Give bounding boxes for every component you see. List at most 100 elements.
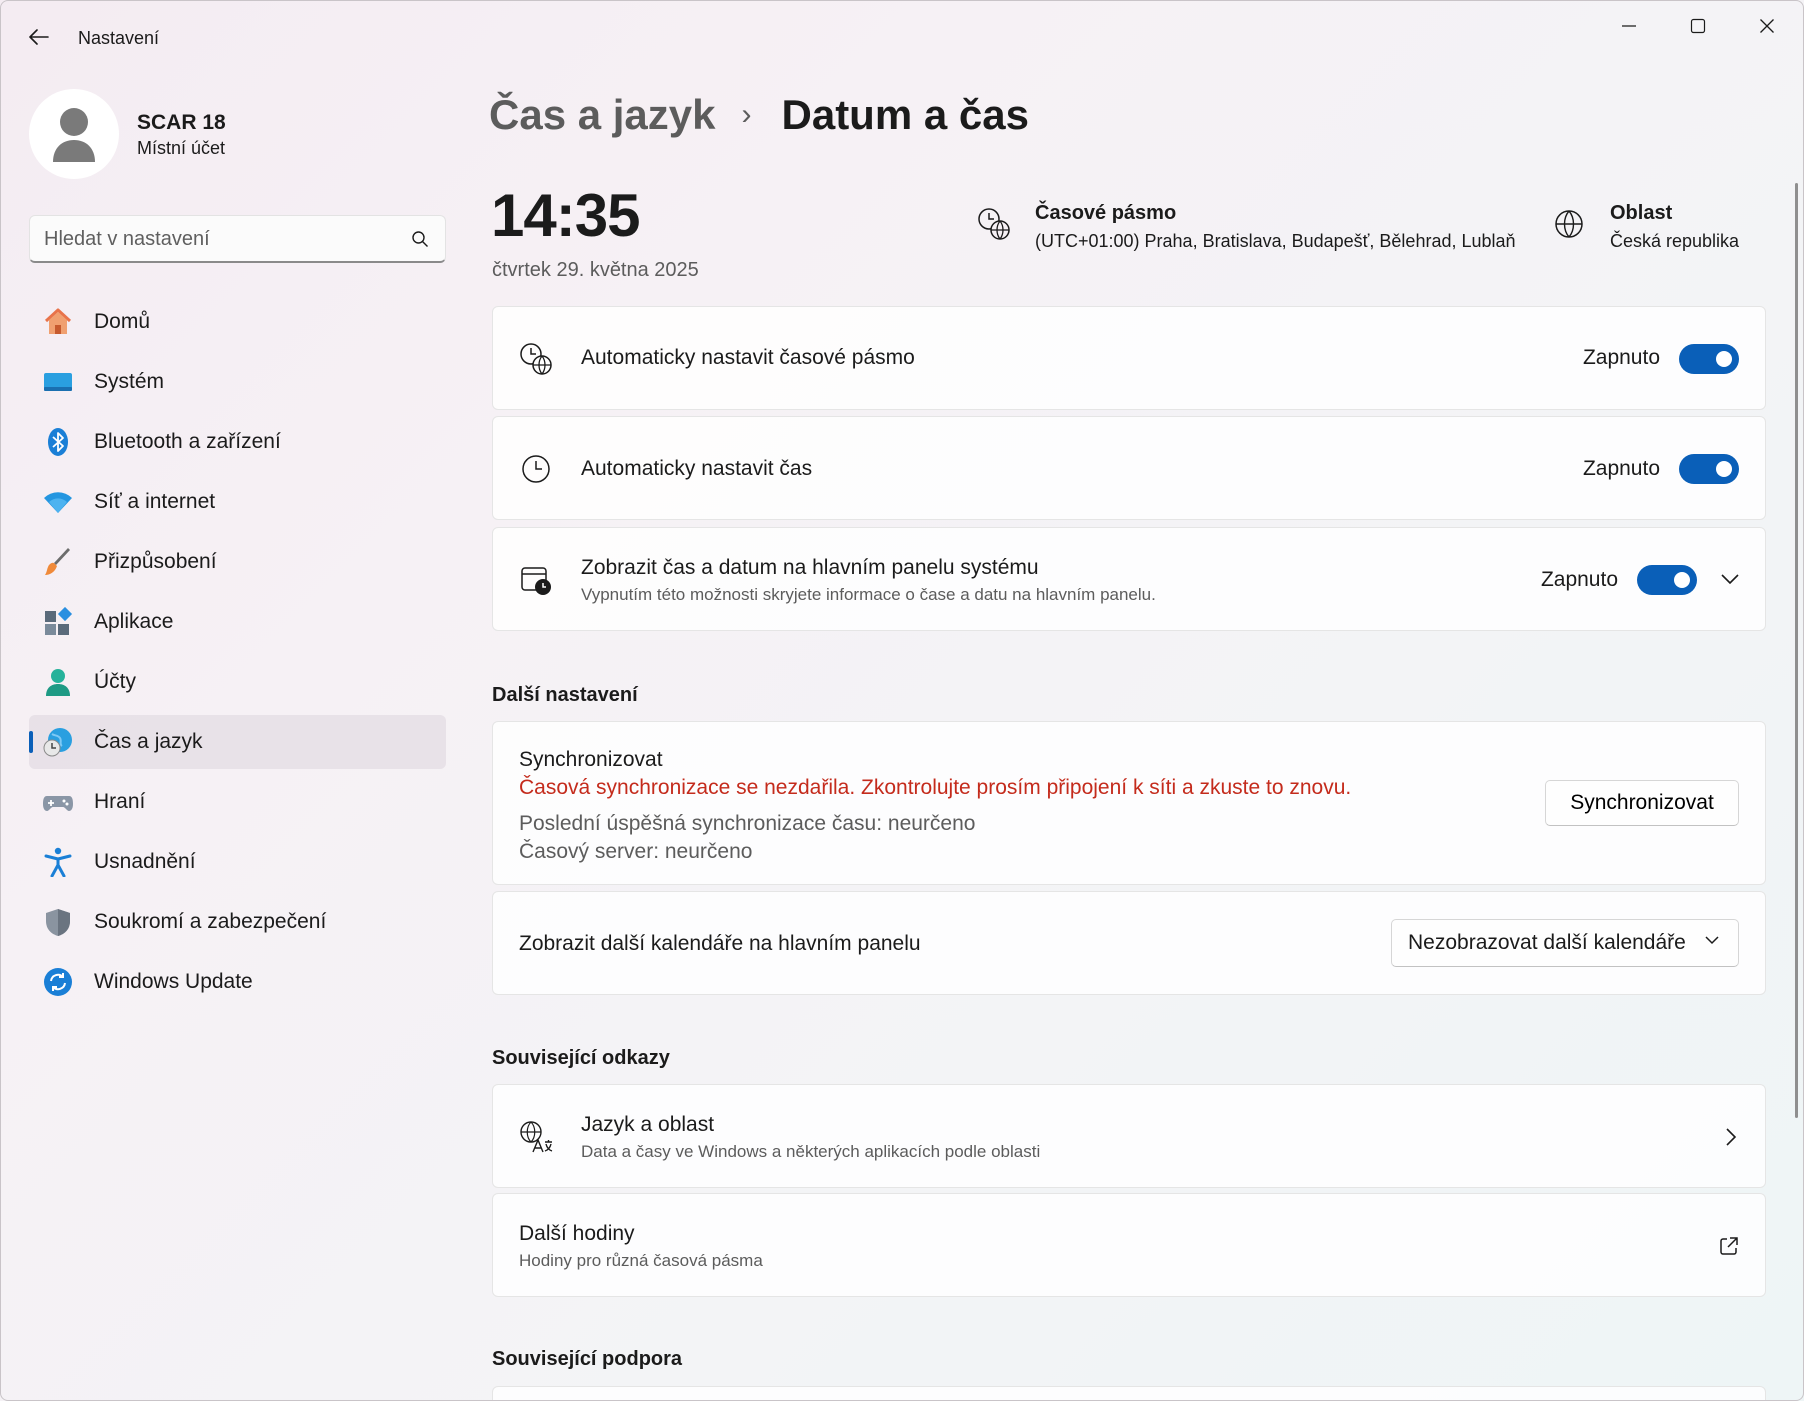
time-server-info: Časový server: neurčeno xyxy=(519,840,753,863)
toggle-knob xyxy=(1716,351,1732,367)
search-input[interactable] xyxy=(44,225,384,253)
taskbar-clock-label: Zobrazit čas a datum na hlavním panelu s… xyxy=(581,556,1039,579)
sidebar-item-system[interactable]: Systém xyxy=(29,355,446,409)
calendars-dropdown-value: Nezobrazovat další kalendáře xyxy=(1408,931,1686,954)
system-icon xyxy=(43,367,73,397)
auto-timezone-toggle[interactable] xyxy=(1679,344,1739,374)
current-time: 14:35 xyxy=(491,182,640,249)
globe-icon xyxy=(1555,210,1583,238)
additional-clocks-description: Hodiny pro různá časová pásma xyxy=(519,1251,763,1270)
sidebar-item-label: Přizpůsobení xyxy=(94,550,217,573)
chevron-right-icon: › xyxy=(741,98,752,131)
minimize-icon xyxy=(1622,25,1636,27)
calendars-card: Zobrazit další kalendáře na hlavním pane… xyxy=(492,891,1766,995)
sidebar-item-apps[interactable]: Aplikace xyxy=(29,595,446,649)
maximize-button[interactable] xyxy=(1668,9,1728,43)
toggle-state-label: Zapnuto xyxy=(1582,457,1660,480)
gamepad-icon xyxy=(43,787,73,817)
title-bar: Nastavení xyxy=(1,1,1803,73)
timezone-icon xyxy=(519,342,553,376)
sidebar-item-personalization[interactable]: Přizpůsobení xyxy=(29,535,446,589)
sidebar-item-label: Usnadnění xyxy=(94,850,196,873)
sidebar-item-windows-update[interactable]: Windows Update xyxy=(29,955,446,1009)
language-icon xyxy=(519,1120,553,1154)
language-region-title: Jazyk a oblast xyxy=(581,1113,715,1136)
brush-icon xyxy=(43,547,73,577)
user-name: SCAR 18 xyxy=(137,111,226,134)
close-icon xyxy=(1760,19,1774,33)
sidebar-item-accounts[interactable]: Účty xyxy=(29,655,446,709)
sidebar-item-accessibility[interactable]: Usnadnění xyxy=(29,835,446,889)
sidebar-item-gaming[interactable]: Hraní xyxy=(29,775,446,829)
sync-error-message: Časová synchronizace se nezdařila. Zkont… xyxy=(519,776,1352,799)
search-box[interactable] xyxy=(29,215,446,263)
taskbar-clock-description: Vypnutím této možnosti skryjete informac… xyxy=(581,585,1156,604)
external-link-icon xyxy=(1720,1237,1738,1255)
home-icon xyxy=(43,307,73,337)
toggle-state-label: Zapnuto xyxy=(1582,346,1660,369)
breadcrumb: Čas a jazyk › Datum a čas xyxy=(489,87,1029,143)
sidebar-item-label: Domů xyxy=(94,310,151,333)
sidebar-item-home[interactable]: Domů xyxy=(29,295,446,349)
minimize-button[interactable] xyxy=(1599,9,1659,43)
app-title: Nastavení xyxy=(78,28,160,48)
auto-time-card: Automaticky nastavit čas Zapnuto xyxy=(492,416,1766,520)
sidebar-nav: Domů Systém Bluetooth a zařízení Síť a i… xyxy=(29,295,446,1015)
additional-settings-heading: Další nastavení xyxy=(492,684,638,706)
sidebar-item-privacy[interactable]: Soukromí a zabezpečení xyxy=(29,895,446,949)
clock-icon xyxy=(519,452,553,486)
sidebar-item-label: Čas a jazyk xyxy=(94,730,203,753)
maximize-icon xyxy=(1690,18,1706,34)
back-button[interactable] xyxy=(23,21,55,53)
page-title: Datum a čas xyxy=(781,91,1029,138)
time-language-icon xyxy=(43,727,73,757)
wifi-icon xyxy=(43,487,73,517)
breadcrumb-parent[interactable]: Čas a jazyk xyxy=(489,91,716,139)
toggle-knob xyxy=(1716,461,1732,477)
language-region-link[interactable]: Jazyk a oblast Data a časy ve Windows a … xyxy=(492,1084,1766,1188)
account-type: Místní účet xyxy=(137,138,226,158)
close-button[interactable] xyxy=(1737,9,1797,43)
calendars-label: Zobrazit další kalendáře na hlavním pane… xyxy=(519,932,921,955)
related-support-card[interactable] xyxy=(492,1386,1766,1400)
sidebar-item-bluetooth[interactable]: Bluetooth a zařízení xyxy=(29,415,446,469)
related-links-heading: Související odkazy xyxy=(492,1047,670,1069)
calendars-dropdown[interactable]: Nezobrazovat další kalendáře xyxy=(1391,919,1739,967)
additional-clocks-link[interactable]: Další hodiny Hodiny pro různá časová pás… xyxy=(492,1193,1766,1297)
shield-icon xyxy=(43,907,73,937)
region-value: Česká republika xyxy=(1610,231,1740,251)
accessibility-icon xyxy=(43,847,73,877)
sidebar-item-time-language[interactable]: Čas a jazyk xyxy=(29,715,446,769)
timezone-title: Časové pásmo xyxy=(1035,202,1177,224)
related-support-heading: Související podpora xyxy=(492,1348,683,1370)
update-icon xyxy=(43,967,73,997)
language-region-description: Data a časy ve Windows a některých aplik… xyxy=(581,1142,1041,1161)
timezone-value: (UTC+01:00) Praha, Bratislava, Budapešť,… xyxy=(1035,231,1516,251)
apps-icon xyxy=(43,607,73,637)
sync-button[interactable]: Synchronizovat xyxy=(1545,780,1739,826)
toggle-state-label: Zapnuto xyxy=(1540,568,1618,591)
taskbar-clock-card[interactable]: Zobrazit čas a datum na hlavním panelu s… xyxy=(492,527,1766,631)
avatar xyxy=(29,89,119,179)
user-icon xyxy=(53,108,95,162)
calendar-clock-icon xyxy=(519,563,553,597)
additional-clocks-title: Další hodiny xyxy=(519,1222,635,1245)
toggle-knob xyxy=(1674,572,1690,588)
sidebar-item-network[interactable]: Síť a internet xyxy=(29,475,446,529)
sidebar-item-label: Systém xyxy=(94,370,165,393)
timezone-icon xyxy=(978,208,1010,240)
vertical-scrollbar[interactable] xyxy=(1795,183,1798,1118)
auto-time-label: Automaticky nastavit čas xyxy=(581,457,813,480)
auto-timezone-label: Automaticky nastavit časové pásmo xyxy=(581,346,915,369)
sidebar-item-label: Hraní xyxy=(94,790,146,813)
auto-time-toggle[interactable] xyxy=(1679,454,1739,484)
region-title: Oblast xyxy=(1610,202,1673,224)
taskbar-clock-toggle[interactable] xyxy=(1637,565,1697,595)
chevron-down-icon[interactable] xyxy=(1721,573,1739,585)
accounts-icon xyxy=(43,667,73,697)
bluetooth-icon xyxy=(43,427,73,457)
sync-title: Synchronizovat xyxy=(519,748,663,771)
search-icon xyxy=(412,231,428,247)
current-date: čtvrtek 29. května 2025 xyxy=(492,259,699,281)
sidebar-item-label: Účty xyxy=(94,670,136,693)
